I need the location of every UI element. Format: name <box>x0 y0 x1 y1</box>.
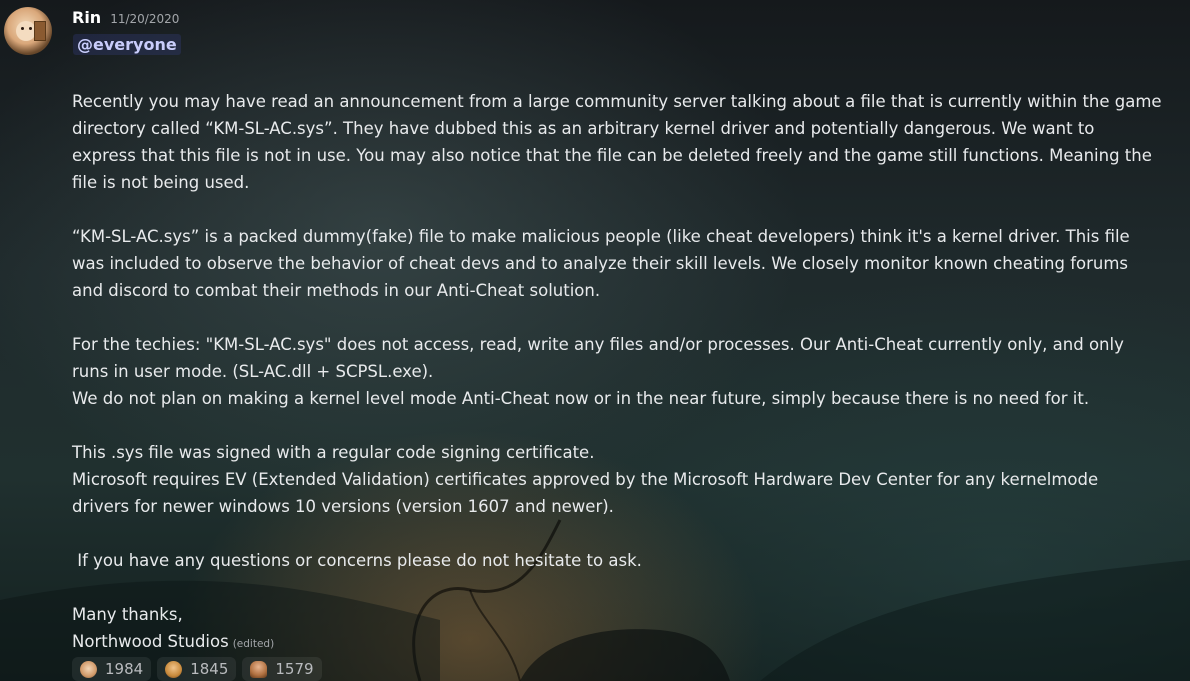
reaction-button[interactable]: 1845 <box>157 657 237 681</box>
message-line: and discord to combat their methods in o… <box>72 281 601 300</box>
custom-face-emoji-icon <box>165 660 183 678</box>
message-line: drivers for newer windows 10 versions (v… <box>72 497 614 516</box>
signoff-signature: Northwood Studios <box>72 632 229 651</box>
reaction-count: 1579 <box>275 660 314 678</box>
message-line: Microsoft requires EV (Extended Validati… <box>72 470 1099 489</box>
message-line: runs in user mode. (SL-AC.dll + SCPSL.ex… <box>72 362 434 381</box>
avatar-face <box>16 21 36 41</box>
everyone-mention[interactable]: @everyone <box>73 34 181 55</box>
message-line: Recently you may have read an announceme… <box>72 92 1162 111</box>
edited-label: (edited) <box>232 638 275 650</box>
message-header: Rin 11/20/2020 <box>72 8 179 27</box>
message-line: We do not plan on making a kernel level … <box>72 389 1090 408</box>
message-line: For the techies: "KM-SL-AC.sys" does not… <box>72 335 1124 354</box>
custom-figure-emoji-icon <box>250 660 268 678</box>
avatar-door <box>34 21 46 41</box>
message-signoff: Many thanks, Northwood Studios (edited) <box>72 601 1162 658</box>
reactions-bar: 1984 1845 1579 <box>72 657 322 681</box>
reaction-count: 1845 <box>190 660 229 678</box>
reaction-button[interactable]: 1984 <box>72 657 152 681</box>
author-username[interactable]: Rin <box>72 8 101 27</box>
reaction-count: 1984 <box>105 660 144 678</box>
message-line: was included to observe the behavior of … <box>72 254 1129 273</box>
message-paragraph: This .sys file was signed with a regular… <box>72 439 1162 520</box>
message-content: Recently you may have read an announceme… <box>72 88 1162 658</box>
message-line: “KM-SL-AC.sys” is a packed dummy(fake) f… <box>72 227 1130 246</box>
message-line: express that this file is not in use. Yo… <box>72 146 1152 165</box>
message-line: If you have any questions or concerns pl… <box>72 551 642 570</box>
avatar[interactable] <box>4 7 52 55</box>
custom-face-emoji-icon <box>80 660 97 678</box>
message-paragraph: Recently you may have read an announceme… <box>72 88 1162 196</box>
message-line: This .sys file was signed with a regular… <box>72 443 595 462</box>
message-paragraph: For the techies: "KM-SL-AC.sys" does not… <box>72 331 1162 412</box>
avatar-eye <box>29 27 32 30</box>
message-line: file is not being used. <box>72 173 250 192</box>
message-timestamp: 11/20/2020 <box>110 12 180 26</box>
message-line: directory called “KM-SL-AC.sys”. They ha… <box>72 119 1095 138</box>
message-paragraph: If you have any questions or concerns pl… <box>72 547 1162 574</box>
chat-message: Rin 11/20/2020 @everyone Recently you ma… <box>0 0 1190 681</box>
signoff-line: Many thanks, <box>72 605 183 624</box>
signoff-line: Northwood Studios (edited) <box>72 628 1162 658</box>
avatar-eye <box>21 27 24 30</box>
message-paragraph: “KM-SL-AC.sys” is a packed dummy(fake) f… <box>72 223 1162 304</box>
reaction-button[interactable]: 1579 <box>242 657 322 681</box>
